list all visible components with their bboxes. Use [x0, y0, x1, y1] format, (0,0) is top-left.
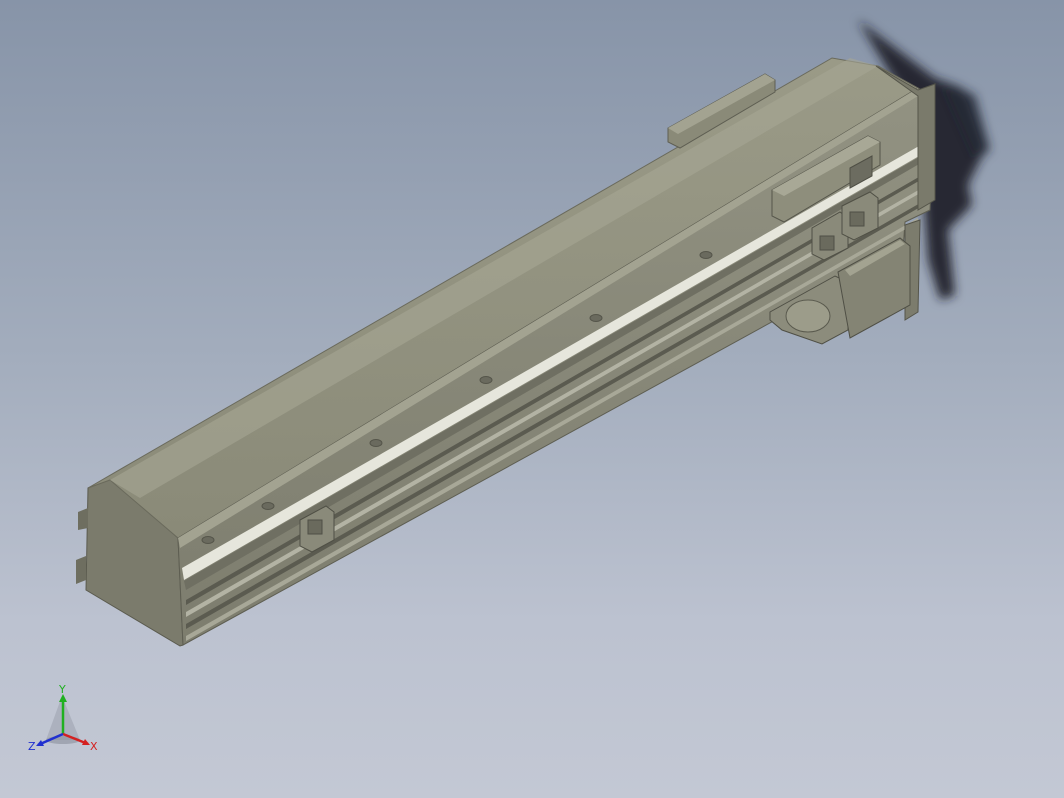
- z-axis-label: Z: [28, 740, 36, 753]
- linear-actuator-model[interactable]: [0, 0, 1064, 798]
- orientation-triad: Y X Z: [28, 684, 98, 753]
- x-axis-label: X: [90, 740, 98, 753]
- y-axis-label: Y: [58, 684, 66, 696]
- 3d-viewport[interactable]: Y X Z: [0, 0, 1064, 798]
